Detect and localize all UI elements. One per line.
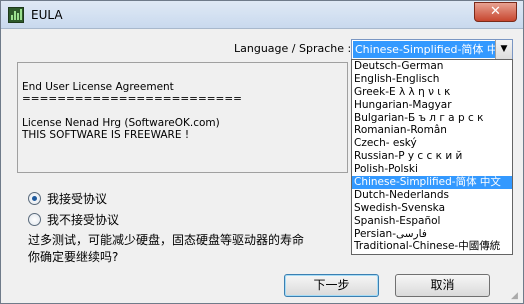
language-option[interactable]: Bulgarian-Б ъ л г а р с к bbox=[352, 112, 512, 125]
window-title: EULA bbox=[31, 8, 63, 22]
title-bar[interactable]: EULA ✕ bbox=[1, 1, 523, 29]
language-option[interactable]: English-Englisch bbox=[352, 73, 512, 86]
language-select[interactable]: Chinese-Simplified-简体 中文 ▼ bbox=[351, 39, 513, 60]
language-option[interactable]: Persian-فارسی bbox=[352, 228, 512, 241]
decline-label: 我不接受协议 bbox=[47, 213, 120, 227]
language-option[interactable]: Romanian-Român bbox=[352, 124, 512, 137]
resize-grip-icon[interactable]: ◢ bbox=[511, 291, 521, 301]
accept-radio[interactable] bbox=[28, 192, 41, 205]
next-button[interactable]: 下一步 bbox=[284, 274, 379, 297]
language-option[interactable]: Russian-Р у с с к и й bbox=[352, 150, 512, 163]
language-option[interactable]: Dutch-Nederlands bbox=[352, 189, 512, 202]
eula-heading: End User License Agreement bbox=[22, 81, 174, 93]
accept-radio-row[interactable]: 我接受协议 bbox=[28, 190, 107, 207]
language-option[interactable]: Hungarian-Magyar bbox=[352, 99, 512, 112]
language-option[interactable]: Swedish-Svenska bbox=[352, 202, 512, 215]
warning-line-2: 你确定要继续吗? bbox=[28, 250, 119, 264]
language-option[interactable]: Traditional-Chinese-中國傳統 bbox=[352, 240, 512, 253]
language-option[interactable]: Greek-Ε λ λ η ν ι κ bbox=[352, 86, 512, 99]
language-label: Language / Sprache : bbox=[234, 42, 352, 55]
chevron-down-icon[interactable]: ▼ bbox=[495, 40, 512, 59]
language-option[interactable]: Polish-Polski bbox=[352, 163, 512, 176]
eula-freeware: THIS SOFTWARE IS FREEWARE ! bbox=[22, 129, 190, 141]
language-selected-value: Chinese-Simplified-简体 中文 bbox=[353, 41, 495, 58]
warning-line-1: 过多测试，可能减少硬盘，固态硬盘等驱动器的寿命 bbox=[28, 233, 305, 247]
eula-text-box: End User License Agreement =============… bbox=[17, 62, 348, 173]
app-icon bbox=[8, 7, 24, 23]
cancel-button[interactable]: 取消 bbox=[395, 274, 490, 297]
close-button[interactable]: ✕ bbox=[474, 2, 517, 22]
decline-radio-row[interactable]: 我不接受协议 bbox=[28, 211, 119, 228]
language-option[interactable]: Spanish-Español bbox=[352, 215, 512, 228]
language-dropdown-list: Deutsch-German English-Englisch Greek-Ε λ … bbox=[351, 59, 513, 255]
language-option[interactable]: Deutsch-German bbox=[352, 60, 512, 73]
language-option[interactable]: Chinese-Simplified-简体 中文 bbox=[352, 176, 512, 189]
decline-radio[interactable] bbox=[28, 213, 41, 226]
language-option[interactable]: Czech- eský bbox=[352, 137, 512, 150]
accept-label: 我接受协议 bbox=[47, 192, 108, 206]
eula-license: License Nenad Hrg (SoftwareOK.com) bbox=[22, 117, 220, 129]
eula-window: EULA ✕ Language / Sprache : Chinese-Simp… bbox=[0, 0, 524, 304]
eula-separator: ========================= bbox=[22, 93, 242, 105]
warning-text: 过多测试，可能减少硬盘，固态硬盘等驱动器的寿命 你确定要继续吗? bbox=[28, 232, 304, 266]
